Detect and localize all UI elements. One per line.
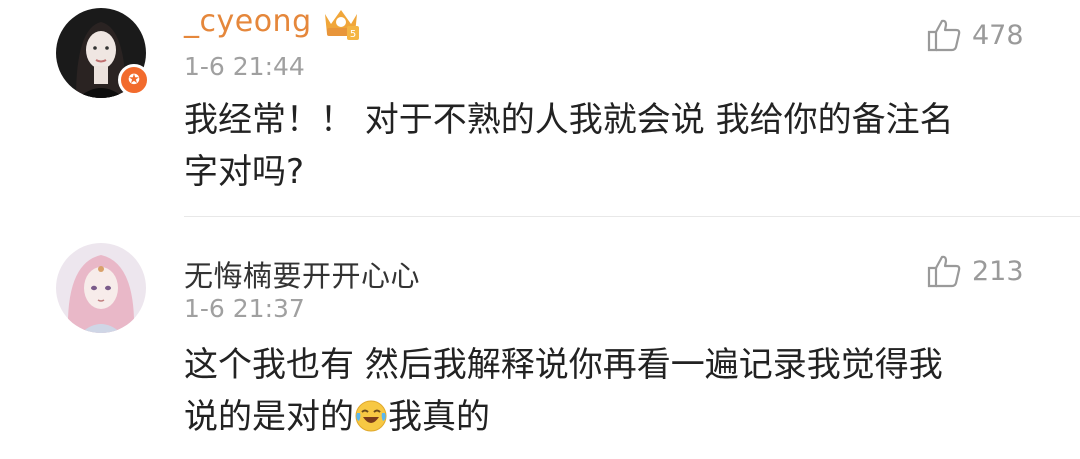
like-count: 213 [972,255,1024,287]
like-count: 478 [972,19,1024,51]
comment-text-segment: 我真的 [388,397,490,437]
avatar-image [56,243,146,333]
thumbs-up-icon [927,19,961,52]
username[interactable]: _cyeong [184,4,312,39]
timestamp: 1-6 21:44 [184,52,305,81]
like-button[interactable]: 213 [926,251,1024,291]
thumbs-up-icon [927,255,961,288]
laugh-cry-emoji-icon [355,400,387,432]
comment-item: 无悔楠要开开心心 1-6 21:37 213 这个我也有 然后我解释说你再看一遍… [0,229,1080,459]
crown-icon: 5 [325,10,359,40]
comment-text-segment: 说的是对的 [184,397,354,437]
avatar[interactable] [56,243,146,333]
timestamp: 1-6 21:37 [184,294,305,323]
comment-item: ✪ _cyeong 5 1-6 21:44 478 我经常！！ 对于不熟的人我就… [0,0,1080,229]
comment-line: 说的是对的 我真的 [184,391,1014,443]
username[interactable]: 无悔楠要开开心心 [184,253,420,295]
comment-text: 这个我也有 然后我解释说你再看一遍记录我觉得我 说的是对的 我真的 [184,339,1014,443]
comment-text: 我经常！！ 对于不熟的人我就会说 我给你的备注名 字对吗? [184,94,1014,198]
comment-line: 字对吗? [184,152,305,192]
svg-text:5: 5 [350,29,356,40]
comment-line: 这个我也有 然后我解释说你再看一遍记录我觉得我 [184,345,943,385]
verified-badge-icon: ✪ [118,64,150,96]
avatar[interactable]: ✪ [56,8,150,98]
divider [184,216,1080,217]
like-button[interactable]: 478 [926,15,1024,55]
comment-line: 我经常！！ 对于不熟的人我就会说 我给你的备注名 [184,100,954,140]
